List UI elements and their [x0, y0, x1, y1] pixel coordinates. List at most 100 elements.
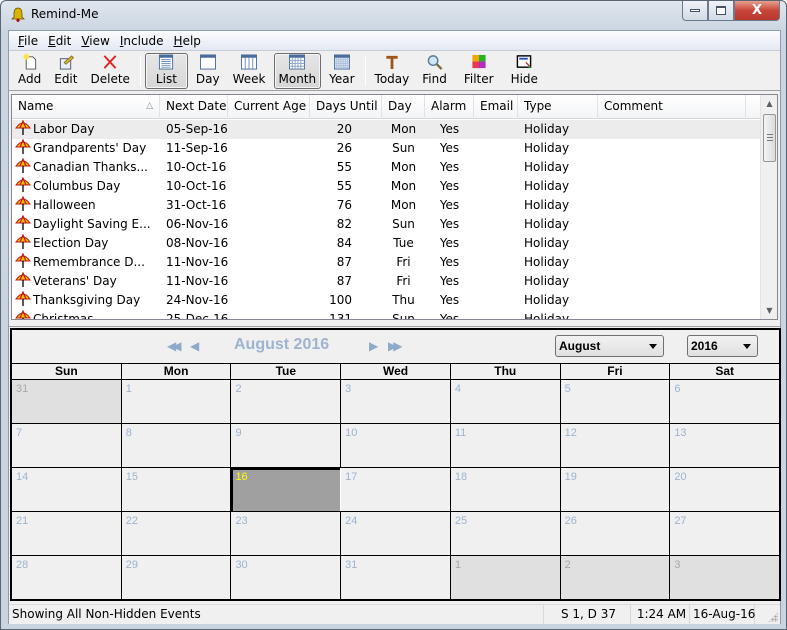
day-cell[interactable]: 1	[121, 380, 232, 423]
column-header-days-until[interactable]: Days Until	[310, 95, 382, 119]
today-button[interactable]: Today	[370, 53, 415, 89]
day-cell-today[interactable]: 16	[231, 468, 342, 511]
find-button[interactable]: Find	[417, 53, 452, 89]
list-item[interactable]: Grandparents' Day 11-Sep-16 26 Sun Yes Holida…	[12, 139, 761, 158]
list-view-button[interactable]: List	[144, 52, 188, 89]
day-cell[interactable]: 11	[450, 424, 561, 467]
column-header-next-date[interactable]: Next Date	[160, 95, 228, 119]
title-bar[interactable]: Remind-Me X	[1, 1, 786, 29]
day-cell[interactable]: 12	[560, 424, 671, 467]
column-header-alarm[interactable]: Alarm	[425, 95, 474, 119]
list-item[interactable]: Labor Day 05-Sep-16 20 Mon Yes Holiday	[12, 120, 761, 139]
delete-button[interactable]: Delete	[85, 53, 134, 89]
day-cell[interactable]: 10	[341, 424, 451, 467]
day-cell[interactable]: 6	[670, 380, 780, 423]
day-cell[interactable]: 24	[341, 512, 451, 555]
list-scrollbar[interactable]: ▲ ▼	[760, 95, 777, 319]
day-number: 6	[674, 383, 681, 395]
day-cell[interactable]: 27	[670, 512, 780, 555]
day-view-button[interactable]: Day	[191, 53, 225, 89]
month-select[interactable]: August	[555, 335, 664, 357]
column-header-email[interactable]: Email	[474, 95, 518, 119]
scroll-up-arrow-icon[interactable]: ▲	[761, 95, 777, 112]
umbrella-icon	[15, 196, 31, 211]
day-cell[interactable]: 23	[231, 512, 342, 555]
day-cell[interactable]: 4	[450, 380, 561, 423]
maximize-button[interactable]	[708, 1, 734, 21]
day-cell[interactable]: 3	[670, 556, 780, 599]
list-item[interactable]: Veterans' Day 11-Nov-16 87 Fri Yes Holiday	[12, 272, 761, 291]
day-cell[interactable]: 1	[450, 556, 561, 599]
day-cell[interactable]: 31	[12, 380, 122, 423]
cell-current-age	[228, 272, 310, 291]
month-view-button[interactable]: Month	[273, 52, 322, 89]
status-time: 1:24 AM	[631, 605, 690, 624]
close-button[interactable]: X	[734, 1, 780, 21]
day-cell[interactable]: 2	[231, 380, 342, 423]
year-select[interactable]: 2016	[687, 335, 758, 357]
day-cell[interactable]: 5	[560, 380, 671, 423]
menu-file[interactable]: File	[13, 34, 43, 48]
list-item[interactable]: Election Day 08-Nov-16 84 Tue Yes Holiday	[12, 234, 761, 253]
cell-name: Daylight Saving E...	[12, 215, 160, 234]
list-item[interactable]: Columbus Day 10-Oct-16 55 Mon Yes Holiday	[12, 177, 761, 196]
day-cell[interactable]: 18	[450, 468, 561, 511]
day-cell[interactable]: 29	[121, 556, 232, 599]
alarm-text: Yes	[439, 179, 460, 193]
day-cell[interactable]: 13	[670, 424, 780, 467]
bell-icon	[11, 7, 25, 22]
menu-edit[interactable]: Edit	[43, 34, 76, 48]
events-list[interactable]: Name △ Next Date Current Age Days Until D…	[11, 94, 778, 320]
day-number: 31	[345, 559, 358, 571]
day-cell[interactable]: 26	[560, 512, 671, 555]
list-item[interactable]: Canadian Thanks... 10-Oct-16 55 Mon Yes Holid…	[12, 158, 761, 177]
day-cell[interactable]: 25	[450, 512, 561, 555]
day-cell[interactable]: 19	[560, 468, 671, 511]
list-item[interactable]: Daylight Saving E... 06-Nov-16 82 Sun Yes Hol…	[12, 215, 761, 234]
next-year-icon[interactable]: ▶▶	[388, 339, 403, 353]
scroll-down-arrow-icon[interactable]: ▼	[761, 302, 777, 319]
hide-button[interactable]: Hide	[506, 53, 543, 89]
list-item[interactable]: Remembrance D... 11-Nov-16 87 Fri Yes Holiday	[12, 253, 761, 272]
column-header-type[interactable]: Type	[518, 95, 598, 119]
list-item[interactable]: Thanksgiving Day 24-Nov-16 100 Thu Yes Holida…	[12, 291, 761, 310]
list-item[interactable]: Halloween 31-Oct-16 76 Mon Yes Holiday	[12, 196, 761, 215]
day-cell[interactable]: 30	[231, 556, 342, 599]
day-cell[interactable]: 20	[670, 468, 780, 511]
resize-grip-icon[interactable]	[768, 612, 778, 622]
column-header-comment[interactable]: Comment	[598, 95, 746, 119]
day-cell[interactable]: 31	[341, 556, 451, 599]
day-cell[interactable]: 3	[341, 380, 451, 423]
prev-month-icon[interactable]: ◀	[190, 339, 199, 353]
filter-button[interactable]: Filter	[455, 53, 503, 89]
day-cell[interactable]: 9	[231, 424, 342, 467]
year-view-button[interactable]: Year	[324, 53, 359, 89]
day-cell[interactable]: 21	[12, 512, 122, 555]
day-cell[interactable]: 8	[121, 424, 232, 467]
next-month-icon[interactable]: ▶	[369, 339, 378, 353]
menu-help[interactable]: Help	[169, 34, 206, 48]
day-cell[interactable]: 17	[341, 468, 451, 511]
scroll-thumb[interactable]	[763, 114, 776, 162]
day-cell[interactable]: 7	[12, 424, 122, 467]
column-header-name[interactable]: Name △	[12, 95, 160, 119]
minimize-button[interactable]	[682, 1, 708, 21]
add-button[interactable]: Add	[13, 53, 46, 89]
column-header-current-age[interactable]: Current Age	[228, 95, 310, 119]
column-header-day[interactable]: Day	[382, 95, 425, 119]
column-header-filler	[746, 95, 761, 119]
menu-view[interactable]: View	[76, 34, 114, 48]
list-item[interactable]: Christmas 25-Dec-16 131 Sun Yes Holiday	[12, 310, 761, 319]
prev-year-icon[interactable]: ◀◀	[167, 339, 182, 353]
edit-button[interactable]: Edit	[49, 53, 82, 89]
day-cell[interactable]: 28	[12, 556, 122, 599]
day-number: 12	[564, 427, 577, 439]
toolbar-separator	[139, 55, 141, 86]
day-cell[interactable]: 22	[121, 512, 232, 555]
day-cell[interactable]: 2	[560, 556, 671, 599]
day-cell[interactable]: 14	[12, 468, 122, 511]
week-view-button[interactable]: Week	[228, 53, 271, 89]
pane-splitter[interactable]	[9, 320, 780, 327]
day-cell[interactable]: 15	[121, 468, 232, 511]
menu-include[interactable]: Include	[115, 34, 169, 48]
